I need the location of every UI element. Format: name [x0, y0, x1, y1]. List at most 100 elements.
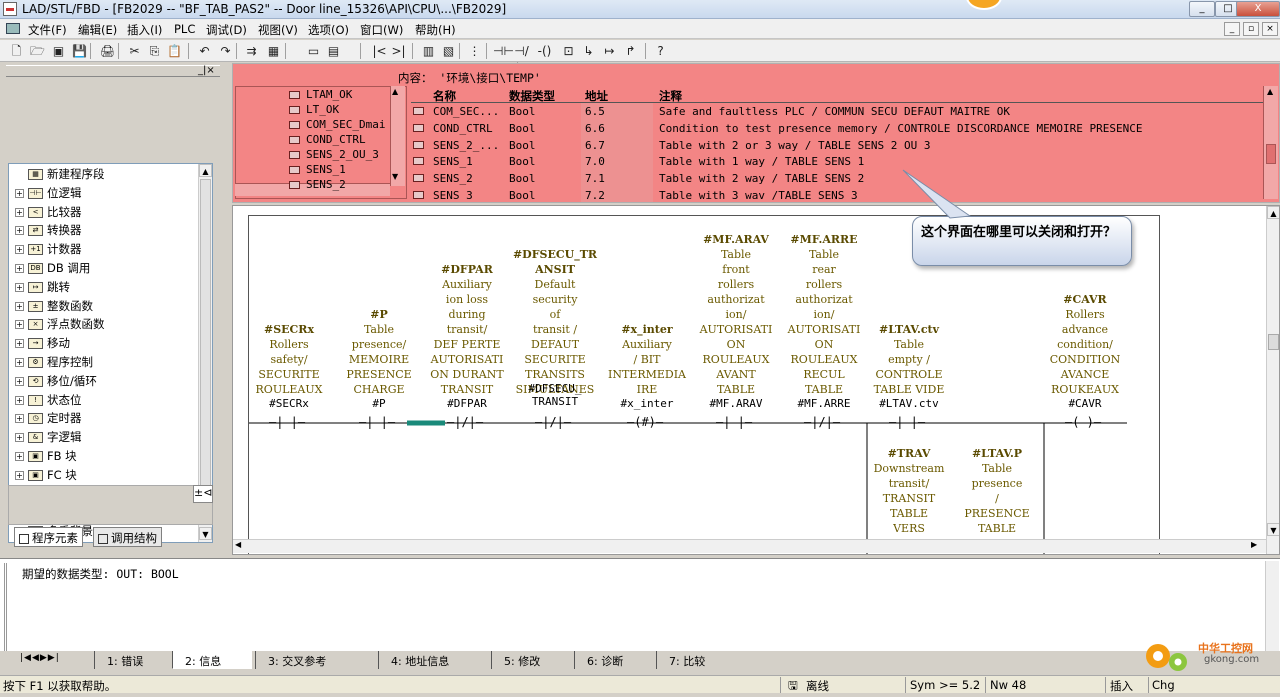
cell-addr[interactable]: 6.6: [585, 122, 605, 135]
new-icon[interactable]: 🗋: [8, 43, 25, 59]
print-icon[interactable]: 🖨: [99, 43, 116, 59]
tree-item[interactable]: + × 浮点数函数: [15, 316, 105, 334]
menu-options[interactable]: 选项(O): [308, 22, 349, 38]
tree-item[interactable]: + ± 整数函数: [15, 298, 93, 316]
declaration-row[interactable]: SENS_1 Bool 7.0 Table with 1 way / TABLE SE…: [411, 153, 1266, 170]
scroll-up-icon[interactable]: ▲: [392, 87, 398, 96]
contact-no-icon[interactable]: ⊣⊢: [493, 43, 514, 59]
cut-icon[interactable]: ✂: [126, 43, 143, 59]
mdi-minimize-button[interactable]: _: [1224, 22, 1240, 36]
cell-name[interactable]: SENS_1: [433, 155, 473, 168]
cell-type[interactable]: Bool: [509, 155, 536, 168]
output-tab[interactable]: 1: 错误: [94, 651, 174, 669]
expand-icon[interactable]: +: [15, 320, 24, 330]
cell-comment[interactable]: Table with 1 way / TABLE SENS 1: [659, 155, 864, 168]
interface-tree-item[interactable]: SENS_1: [289, 163, 346, 176]
cell-type[interactable]: Bool: [509, 105, 536, 118]
pane-gripper[interactable]: [6, 65, 220, 77]
declaration-row[interactable]: SENS 3 Bool 7.2 Table with 3 wav /TABLE SEN…: [411, 187, 1266, 204]
scroll-down-icon[interactable]: ▼: [392, 172, 398, 181]
interface-tree-item[interactable]: SENS_2: [289, 178, 346, 191]
cell-addr[interactable]: 6.7: [585, 139, 605, 152]
download-icon[interactable]: ⇉: [243, 43, 260, 59]
tab-nav-arrows-icon[interactable]: |◀◀▶▶|: [20, 653, 60, 663]
cell-addr[interactable]: 7.0: [585, 155, 605, 168]
menu-view[interactable]: 视图(V): [258, 22, 298, 38]
mdi-restore-button[interactable]: ▫: [1243, 22, 1259, 36]
scroll-up-icon[interactable]: ▲: [199, 164, 212, 177]
output-tab[interactable]: 6: 诊断: [574, 651, 654, 669]
overview-icon[interactable]: ▥: [420, 43, 437, 59]
interface-tree-item[interactable]: LTAM_OK: [289, 88, 352, 101]
tab-call-structure[interactable]: 调用结构: [93, 527, 162, 547]
expand-icon[interactable]: +: [15, 188, 24, 198]
declaration-row[interactable]: COM_SEC... Bool 6.5 Safe and faultless PLC …: [411, 103, 1266, 120]
scroll-thumb[interactable]: [1266, 144, 1276, 164]
tree-item[interactable]: ▦ 新建程序段: [15, 166, 105, 184]
cell-comment[interactable]: Safe and faultless PLC / COMMUN SECU DEF…: [659, 105, 1010, 118]
close-button[interactable]: X: [1236, 1, 1280, 17]
cell-comment[interactable]: Table with 2 way / TABLE SENS 2: [659, 172, 864, 185]
branch-close-icon[interactable]: ↦: [601, 43, 618, 59]
cell-type[interactable]: Bool: [509, 189, 536, 202]
expand-icon[interactable]: +: [15, 226, 24, 236]
tree-item[interactable]: + → 移动: [15, 335, 70, 353]
declaration-row[interactable]: SENS_2_... Bool 6.7 Table with 2 or 3 way /…: [411, 137, 1266, 154]
menu-debug[interactable]: 调试(D): [206, 22, 247, 38]
scroll-up-icon[interactable]: ▲: [1267, 87, 1273, 96]
interface-tree-item[interactable]: COM_SEC_Dmai: [289, 118, 385, 131]
minimize-button[interactable]: _: [1189, 1, 1215, 17]
box-icon[interactable]: ⊡: [560, 43, 577, 59]
expand-icon[interactable]: +: [15, 452, 24, 461]
tree-item[interactable]: + ⇄ 转换器: [15, 222, 82, 240]
scroll-up-icon[interactable]: ▲: [1267, 206, 1279, 219]
ladder-vscrollbar[interactable]: ▲ ▼: [1266, 206, 1279, 554]
cell-name[interactable]: SENS_2_...: [433, 139, 499, 152]
expand-icon[interactable]: +: [15, 207, 24, 217]
undo-icon[interactable]: ↶: [196, 43, 213, 59]
prev-icon[interactable]: |<: [371, 43, 388, 59]
cell-addr[interactable]: 6.5: [585, 105, 605, 118]
copy-icon[interactable]: ⎘: [146, 43, 163, 59]
tree-item[interactable]: +! 状态位: [15, 392, 82, 410]
tab-program-elements[interactable]: 程序元素: [14, 527, 83, 547]
panel-gripper[interactable]: [4, 563, 14, 651]
tree-item[interactable]: + ⊣⊢ 位逻辑: [15, 185, 82, 203]
cell-comment[interactable]: Table with 3 wav /TABLE SENS 3: [659, 189, 858, 202]
declaration-row[interactable]: SENS_2 Bool 7.1 Table with 2 way / TABLE SE…: [411, 170, 1266, 187]
cell-addr[interactable]: 7.2: [585, 189, 605, 202]
interface-tree-item[interactable]: SENS_2_OU_3: [289, 148, 379, 161]
online-icon[interactable]: ▣: [50, 43, 67, 59]
tree-item[interactable]: + ↦ 跳转: [15, 279, 70, 297]
menu-plc[interactable]: PLC: [174, 22, 195, 36]
expand-icon[interactable]: +: [15, 470, 24, 480]
paste-icon[interactable]: 📋: [166, 43, 183, 59]
menu-window[interactable]: 窗口(W): [360, 22, 403, 38]
scroll-right-icon[interactable]: ▶: [1251, 540, 1257, 549]
scroll-down-icon[interactable]: ▼: [1267, 523, 1279, 536]
output-tab[interactable]: 3: 交叉参考: [255, 651, 335, 669]
tree-item[interactable]: + +1 计数器: [15, 241, 82, 259]
output-tab[interactable]: 2: 信息: [172, 651, 252, 669]
interface-tree-scrollbar[interactable]: ▲ ▼: [390, 86, 405, 186]
app-icon[interactable]: [3, 2, 17, 16]
cell-name[interactable]: SENS 3: [433, 189, 473, 202]
doc-icon[interactable]: [6, 23, 20, 34]
cell-name[interactable]: COND_CTRL: [433, 122, 493, 135]
col-type-header[interactable]: 数据类型: [509, 88, 555, 104]
output-tab[interactable]: 4: 地址信息: [378, 651, 458, 669]
monitor-icon[interactable]: ▦: [265, 43, 282, 59]
network-icon[interactable]: ▤: [325, 43, 342, 59]
expand-icon[interactable]: +: [15, 358, 24, 367]
col-name-header[interactable]: 名称: [433, 88, 456, 104]
cell-name[interactable]: SENS_2: [433, 172, 473, 185]
tree-item[interactable]: + ◷ 定时器: [15, 410, 82, 428]
expand-icon[interactable]: +: [15, 264, 24, 273]
ladder-hscrollbar[interactable]: ◀ ▶: [233, 539, 1266, 553]
interface-tree-item[interactable]: LT_OK: [289, 103, 339, 116]
scroll-left-icon[interactable]: ◀: [235, 540, 241, 549]
cell-type[interactable]: Bool: [509, 139, 536, 152]
pin-icon[interactable]: ±⊲: [193, 485, 213, 503]
expand-icon[interactable]: +: [15, 301, 24, 311]
cell-comment[interactable]: Table with 2 or 3 way / TABLE SENS 2 OU …: [659, 139, 931, 152]
